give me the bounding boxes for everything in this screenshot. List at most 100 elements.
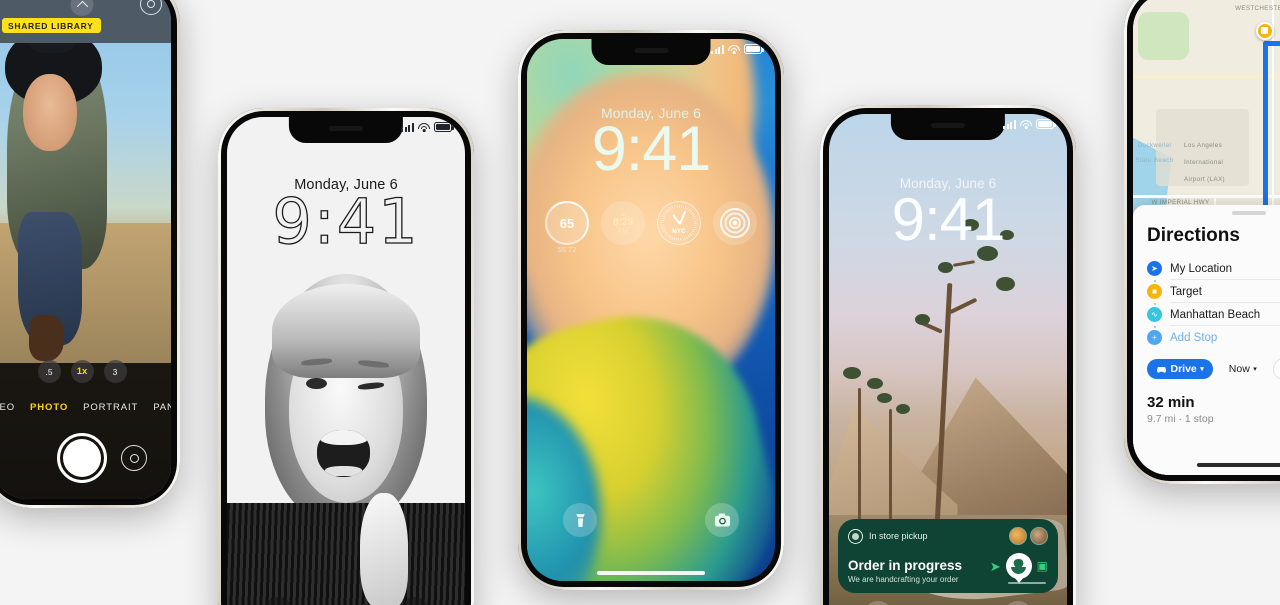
flip-camera-icon[interactable] bbox=[121, 445, 147, 471]
tree-branch bbox=[952, 259, 975, 267]
lock-screen-bw: Monday, June 6 9:41 Personal bbox=[227, 117, 465, 605]
phone-maps: 12 m 20 min WESTCHESTER Dockweiler State… bbox=[1124, 0, 1280, 484]
camera-mode-row: VIDEO PHOTO PORTRAIT PANO bbox=[0, 402, 171, 413]
map-label: WESTCHESTER bbox=[1235, 5, 1280, 13]
phone-lock-bw: Monday, June 6 9:41 Personal bbox=[218, 108, 474, 605]
tree-foliage bbox=[995, 277, 1015, 292]
live-activity-text-block: Order in progress We are handcrafting yo… bbox=[848, 558, 962, 584]
sheet-grabber[interactable] bbox=[1232, 211, 1266, 215]
camera-mode-video[interactable]: VIDEO bbox=[0, 402, 15, 413]
cup-icon: ▣ bbox=[1036, 559, 1048, 573]
phone-lock-desert: Monday, June 6 9:41 In store pickup Orde… bbox=[820, 105, 1076, 605]
stop-label: Target bbox=[1170, 285, 1202, 298]
order-progress-tracker: ➤ ▣ bbox=[990, 553, 1048, 584]
status-bar bbox=[710, 44, 764, 54]
now-label: Now bbox=[1228, 363, 1250, 375]
notch bbox=[890, 114, 1006, 140]
lock-widget-row: 65 55 72 ▲ 8:29 PM NYC bbox=[527, 201, 775, 254]
camera-icon[interactable] bbox=[705, 503, 739, 537]
live-activity-header: In store pickup bbox=[848, 527, 1048, 545]
battery-icon bbox=[744, 44, 764, 54]
stop-row-target[interactable]: ■ Target bbox=[1133, 280, 1280, 309]
camera-mode-pano[interactable]: PANO bbox=[153, 402, 171, 413]
page-title: Directions bbox=[1147, 225, 1240, 246]
camera-mode-portrait[interactable]: PORTRAIT bbox=[83, 402, 138, 413]
tree-foliage bbox=[938, 261, 954, 273]
viewfinder-boot bbox=[28, 314, 65, 361]
home-indicator[interactable] bbox=[597, 571, 705, 575]
add-stop-label: Add Stop bbox=[1170, 331, 1218, 344]
shutter-button[interactable] bbox=[57, 433, 107, 483]
paper-plane-icon: ➤ bbox=[989, 558, 1001, 574]
target-store-icon: ■ bbox=[1147, 284, 1162, 299]
drive-mode-button[interactable]: Drive ▾ bbox=[1147, 359, 1213, 379]
add-stop-row[interactable]: + Add Stop bbox=[1133, 326, 1280, 349]
live-activity-starbucks[interactable]: In store pickup Order in progress We are… bbox=[838, 519, 1058, 593]
beach-icon: ∿ bbox=[1147, 307, 1162, 322]
zoom-option-half[interactable]: .5 bbox=[37, 360, 61, 383]
shared-library-badge: SHARED LIBRARY bbox=[2, 18, 101, 33]
live-activity-body: Order in progress We are handcrafting yo… bbox=[848, 553, 1048, 584]
weather-range: 55 72 bbox=[557, 245, 577, 254]
notch bbox=[591, 39, 711, 65]
widget-weather[interactable]: 65 55 72 bbox=[545, 201, 589, 254]
map-road bbox=[1133, 74, 1280, 78]
progress-bar bbox=[1007, 581, 1046, 584]
stop-row-manhattan-beach[interactable]: ∿ Manhattan Beach bbox=[1133, 303, 1280, 332]
small-tree-trunk bbox=[857, 388, 861, 526]
wifi-icon bbox=[418, 122, 430, 132]
tree-foliage bbox=[914, 314, 930, 326]
battery-icon bbox=[434, 122, 454, 132]
home-indicator[interactable] bbox=[1197, 463, 1280, 467]
navigation-arrow-icon: ➤ bbox=[1147, 261, 1162, 276]
flashlight-icon[interactable] bbox=[563, 503, 597, 537]
chevron-down-icon: ▾ bbox=[1200, 366, 1204, 373]
small-tree-foliage bbox=[895, 403, 910, 414]
status-bar bbox=[400, 122, 454, 132]
lock-time: 9:41 bbox=[891, 186, 1006, 253]
map-label: Airport (LAX) bbox=[1184, 176, 1225, 184]
travel-controls-row: Drive ▾ Now ▾ Avoid bbox=[1133, 349, 1280, 380]
eta-block: 32 min 9.7 mi · 1 stop bbox=[1133, 380, 1280, 425]
small-tree-foliage bbox=[867, 377, 884, 389]
maps-screen: 12 m 20 min WESTCHESTER Dockweiler State… bbox=[1133, 0, 1280, 475]
cellular-signal-icon bbox=[710, 44, 724, 54]
weather-temp: 65 bbox=[559, 215, 575, 231]
map-label: Dockweiler bbox=[1137, 142, 1172, 150]
widget-activity-rings[interactable] bbox=[713, 201, 757, 245]
sunset-meridiem: PM bbox=[618, 227, 628, 235]
camera-screen: SHARED LIBRARY .5 1x 3 VIDEO PHOTO PORTR… bbox=[0, 0, 171, 499]
portrait-hand bbox=[360, 492, 408, 605]
plus-icon: + bbox=[1147, 330, 1162, 345]
widget-sunset[interactable]: ▲ 8:29 PM bbox=[601, 201, 645, 245]
screenshot-stage: SHARED LIBRARY .5 1x 3 VIDEO PHOTO PORTR… bbox=[0, 0, 1280, 605]
zoom-level-row: .5 1x 3 bbox=[0, 360, 171, 383]
map-label: International bbox=[1184, 159, 1224, 167]
lock-time: 9:41 bbox=[591, 114, 712, 184]
viewfinder-face bbox=[23, 74, 77, 151]
directions-sheet: Directions ➤ My Location ■ Target ∿ Manh… bbox=[1133, 205, 1280, 475]
camera-mode-photo[interactable]: PHOTO bbox=[30, 402, 68, 413]
live-activity-title: Order in progress bbox=[848, 558, 963, 574]
chevron-down-icon: ▾ bbox=[1253, 366, 1257, 373]
battery-icon bbox=[1036, 119, 1056, 129]
starbucks-logo-icon bbox=[848, 528, 863, 544]
time-selector-button[interactable]: Now ▾ bbox=[1220, 359, 1266, 379]
notch bbox=[288, 117, 404, 143]
camera-glyph bbox=[714, 513, 730, 527]
zoom-option-1x[interactable]: 1x bbox=[70, 360, 94, 383]
world-clock-label: NYC bbox=[672, 229, 686, 235]
map-pin-target[interactable] bbox=[1255, 21, 1274, 40]
portrait-mouth bbox=[317, 430, 370, 478]
live-activity-header-label: In store pickup bbox=[869, 531, 928, 541]
sunset-time: 8:29 bbox=[612, 217, 633, 228]
zoom-option-3x[interactable]: 3 bbox=[103, 360, 127, 383]
eta-time: 32 min bbox=[1147, 394, 1195, 411]
map-park bbox=[1137, 12, 1189, 61]
car-icon bbox=[1157, 367, 1166, 373]
widget-world-clock[interactable]: NYC bbox=[657, 201, 701, 245]
avoid-button[interactable]: Avoid bbox=[1272, 358, 1280, 380]
small-tree-trunk bbox=[888, 409, 892, 526]
stop-row-my-location[interactable]: ➤ My Location bbox=[1133, 257, 1280, 286]
map-label: Los Angeles bbox=[1184, 142, 1223, 150]
